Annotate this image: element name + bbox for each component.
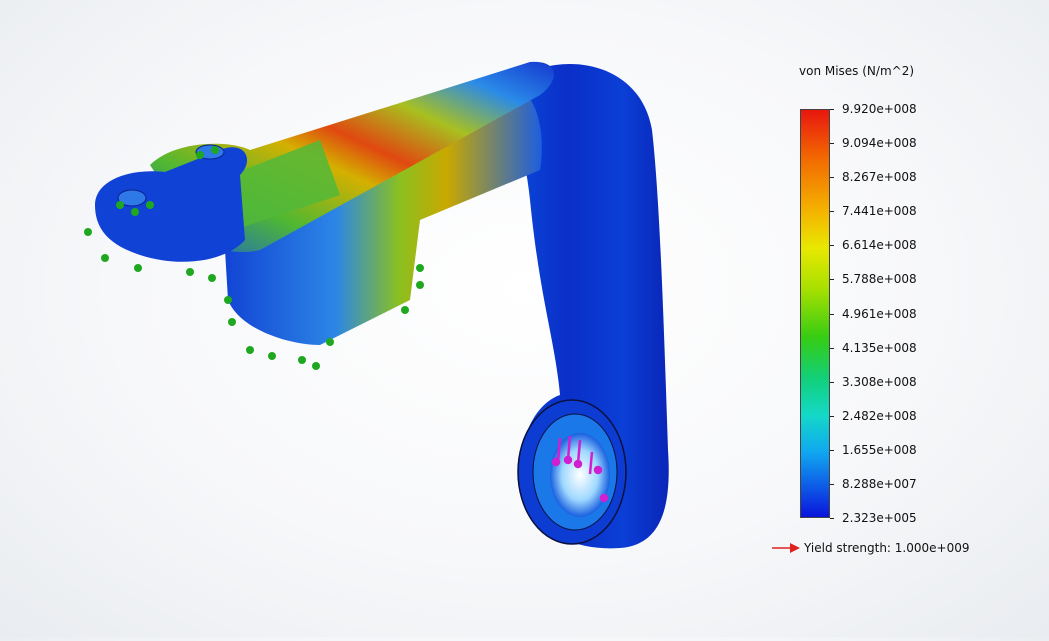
yield-arrow-icon [772,543,800,553]
legend-tick-label: 2.323e+005 [842,511,917,525]
legend-title: von Mises (N/m^2) [799,64,915,78]
legend-tick-mark [830,313,834,315]
legend-tick-mark [830,211,834,213]
legend-tick-mark [830,483,834,485]
legend-tick-label: 6.614e+008 [842,238,917,253]
legend-tick-label: 8.267e+008 [842,170,917,185]
legend-tick-label: 7.441e+008 [842,204,917,219]
legend-tick-mark [830,109,834,110]
legend-tick-mark [830,347,834,349]
legend-tick-label: 2.482e+008 [842,408,917,423]
stress-legend: von Mises (N/m^2) 9.920e+008 9.094e+008 8.… [772,60,1040,570]
legend-tick-label: 9.920e+008 [842,102,917,116]
legend-tick-mark [830,449,834,451]
yield-strength-label: Yield strength: 1.000e+009 [804,541,970,555]
legend-tick-mark [830,245,834,247]
legend-tick-mark [830,518,834,519]
legend-tick-label: 8.288e+007 [842,476,917,491]
legend-tick-mark [830,415,834,417]
legend-colorbar [800,109,830,518]
legend-tick-mark [830,279,834,281]
legend-tick-label: 5.788e+008 [842,272,917,287]
legend-tick-label: 4.135e+008 [842,340,917,355]
legend-tick-label: 9.094e+008 [842,136,917,151]
legend-tick-label: 4.961e+008 [842,306,917,321]
legend-tick-mark [830,143,834,145]
legend-tick-mark [830,381,834,383]
legend-tick-label: 3.308e+008 [842,374,917,389]
legend-tick-label: 1.655e+008 [842,442,917,457]
yield-strength-row: Yield strength: 1.000e+009 [772,539,969,557]
legend-tick-mark [830,177,834,179]
